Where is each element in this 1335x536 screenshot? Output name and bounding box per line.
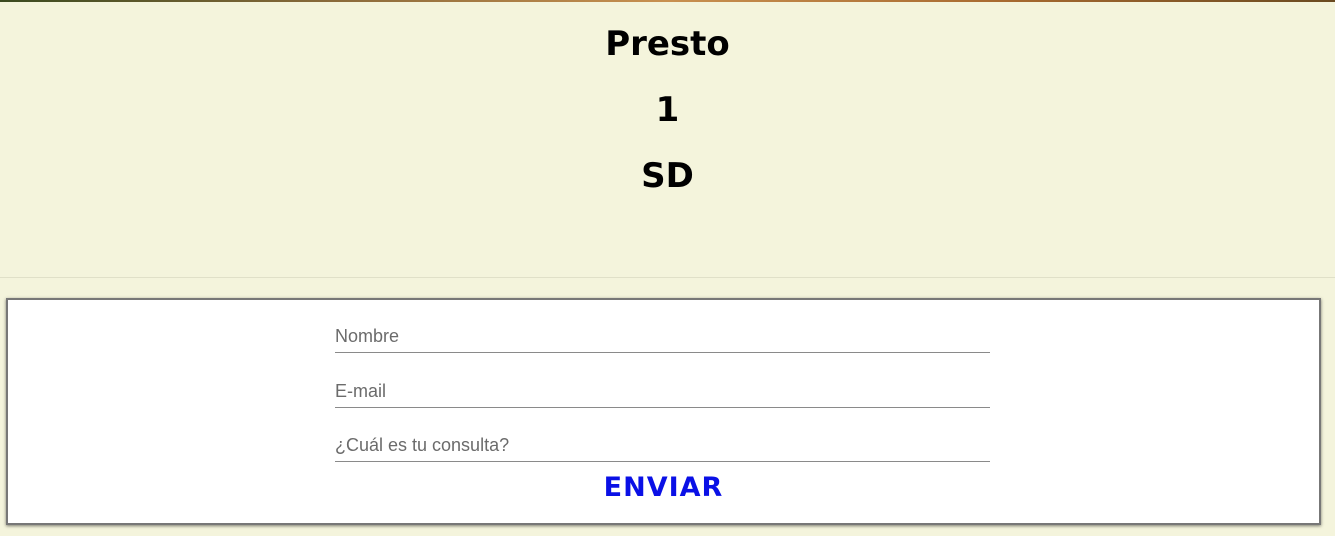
header-section: Presto 1 SD: [0, 2, 1335, 278]
email-input[interactable]: [335, 375, 990, 408]
page-title: Presto: [605, 24, 730, 64]
contact-form: ENVIAR: [6, 298, 1321, 525]
header-number: 1: [655, 90, 680, 130]
name-input[interactable]: [335, 320, 990, 353]
header-code: SD: [641, 156, 694, 196]
query-input[interactable]: [335, 429, 990, 462]
submit-button[interactable]: ENVIAR: [8, 472, 1319, 503]
